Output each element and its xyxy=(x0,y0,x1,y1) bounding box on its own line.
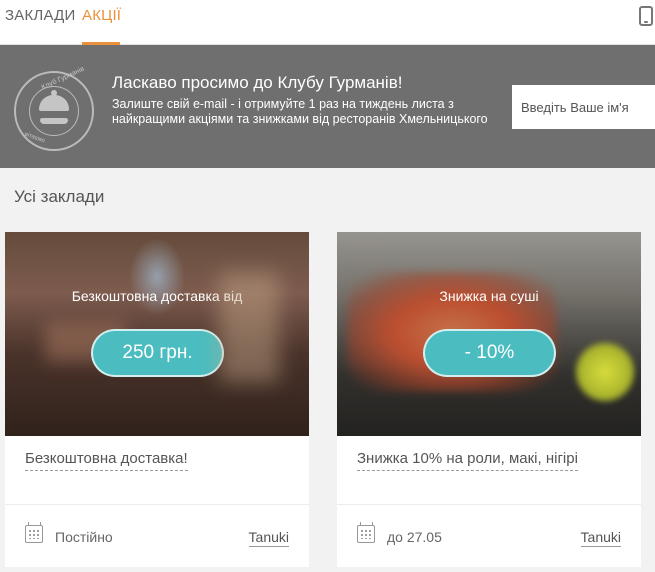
promo-image-delivery: Безкоштовна доставка від 250 грн. xyxy=(5,232,309,436)
top-navigation: ЗАКЛАДИ АКЦІЇ xyxy=(0,0,655,45)
restaurant-link[interactable]: Tanuki xyxy=(248,529,289,547)
tab-promotions[interactable]: АКЦІЇ xyxy=(82,0,121,45)
gourmet-club-logo: Клуб Гурманів вітаємо xyxy=(14,66,94,151)
banner-description: Залиште свій e-mail - і отримуйте 1 раз … xyxy=(112,97,488,126)
calendar-icon xyxy=(25,522,43,543)
promo-title-link[interactable]: Знижка 10% на роли, макі, нігірі xyxy=(357,450,578,471)
mustache-icon xyxy=(40,118,68,124)
promo-title-link[interactable]: Безкоштовна доставка! xyxy=(25,450,188,471)
tab-establishments[interactable]: ЗАКЛАДИ xyxy=(5,0,76,45)
promo-badge: 250 грн. xyxy=(91,329,224,377)
promo-image-sushi: Знижка на суші - 10% xyxy=(337,232,641,436)
promo-caption: Безкоштовна доставка від xyxy=(71,288,243,304)
promo-date: до 27.05 xyxy=(387,529,442,545)
name-input[interactable] xyxy=(512,85,655,129)
restaurant-link[interactable]: Tanuki xyxy=(580,529,621,547)
promo-card[interactable]: Безкоштовна доставка від 250 грн. Безкош… xyxy=(5,232,309,567)
promo-date: Постійно xyxy=(55,529,113,545)
calendar-icon xyxy=(357,522,375,543)
promo-card[interactable]: Знижка на суші - 10% Знижка 10% на роли,… xyxy=(337,232,641,567)
promo-caption: Знижка на суші xyxy=(439,288,539,304)
section-title: Усі заклади xyxy=(14,187,105,206)
phone-icon[interactable] xyxy=(639,6,653,26)
gourmet-club-banner: Клуб Гурманів вітаємо Ласкаво просимо до… xyxy=(0,45,655,168)
promo-badge: - 10% xyxy=(423,329,556,377)
banner-title: Ласкаво просимо до Клубу Гурманів! xyxy=(112,73,403,92)
